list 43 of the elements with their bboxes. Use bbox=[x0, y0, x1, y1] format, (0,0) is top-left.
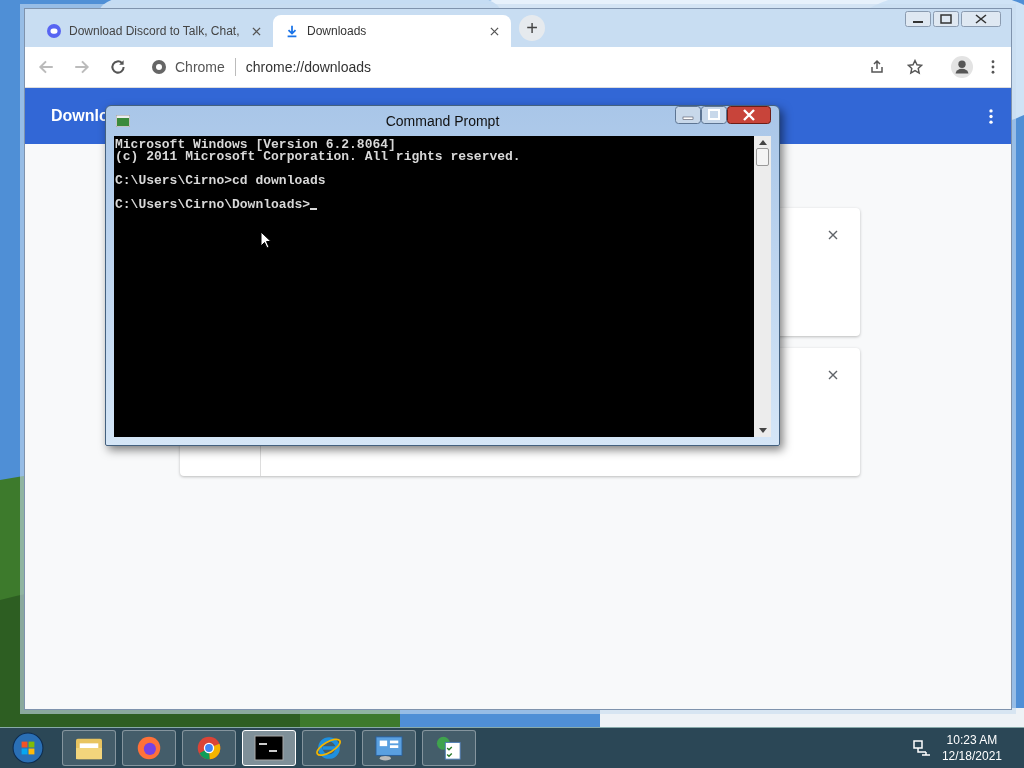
new-tab-button[interactable]: + bbox=[519, 15, 545, 41]
close-icon[interactable] bbox=[828, 230, 838, 240]
taskbar-button[interactable] bbox=[62, 730, 116, 766]
close-icon[interactable] bbox=[252, 26, 261, 36]
reload-icon[interactable] bbox=[109, 58, 127, 76]
mouse-pointer-icon bbox=[260, 231, 272, 249]
menu-icon[interactable] bbox=[989, 108, 993, 124]
download-icon bbox=[285, 24, 299, 38]
browser-tab[interactable]: Download Discord to Talk, Chat, bbox=[35, 15, 273, 47]
console-line: (c) 2011 Microsoft Corporation. All rights reserved. bbox=[115, 151, 521, 163]
close-icon[interactable] bbox=[828, 370, 838, 380]
scrollbar[interactable] bbox=[754, 136, 771, 437]
console-line: C:\Users\Cirno>cd downloads bbox=[115, 175, 326, 187]
console-line: Microsoft Windows [Version 6.2.8064] bbox=[115, 139, 396, 151]
clock[interactable]: 10:23 AM 12/18/2021 bbox=[941, 732, 1002, 764]
scroll-down-icon[interactable] bbox=[758, 428, 767, 433]
taskbar-button[interactable] bbox=[422, 730, 476, 766]
share-icon[interactable] bbox=[869, 59, 885, 75]
maximize-icon[interactable] bbox=[701, 106, 727, 124]
restore-icon[interactable] bbox=[933, 11, 959, 27]
browser-tab[interactable]: Downloads bbox=[273, 15, 511, 47]
text-cursor bbox=[310, 208, 318, 210]
taskbar-button[interactable] bbox=[242, 730, 296, 766]
network-icon[interactable] bbox=[911, 739, 930, 757]
close-icon[interactable] bbox=[727, 106, 771, 124]
window-title: Command Prompt bbox=[385, 113, 500, 129]
browser-icon bbox=[314, 735, 344, 761]
minimize-icon[interactable] bbox=[905, 11, 931, 27]
start-button[interactable] bbox=[12, 732, 44, 764]
console-icon bbox=[254, 735, 284, 761]
console-line: C:\Users\Cirno\Downloads> bbox=[115, 199, 311, 211]
console-icon bbox=[116, 115, 130, 127]
monitor-icon bbox=[374, 735, 404, 761]
close-icon[interactable] bbox=[961, 11, 1001, 27]
chat-bubble-icon bbox=[47, 24, 61, 38]
chrome-icon bbox=[151, 59, 167, 75]
checklist-icon bbox=[434, 735, 464, 761]
scroll-thumb[interactable] bbox=[756, 148, 769, 166]
close-icon[interactable] bbox=[490, 26, 499, 36]
menu-icon[interactable] bbox=[991, 60, 995, 74]
star-icon[interactable] bbox=[907, 59, 923, 75]
taskbar-button[interactable] bbox=[362, 730, 416, 766]
profile-icon[interactable] bbox=[951, 56, 973, 78]
